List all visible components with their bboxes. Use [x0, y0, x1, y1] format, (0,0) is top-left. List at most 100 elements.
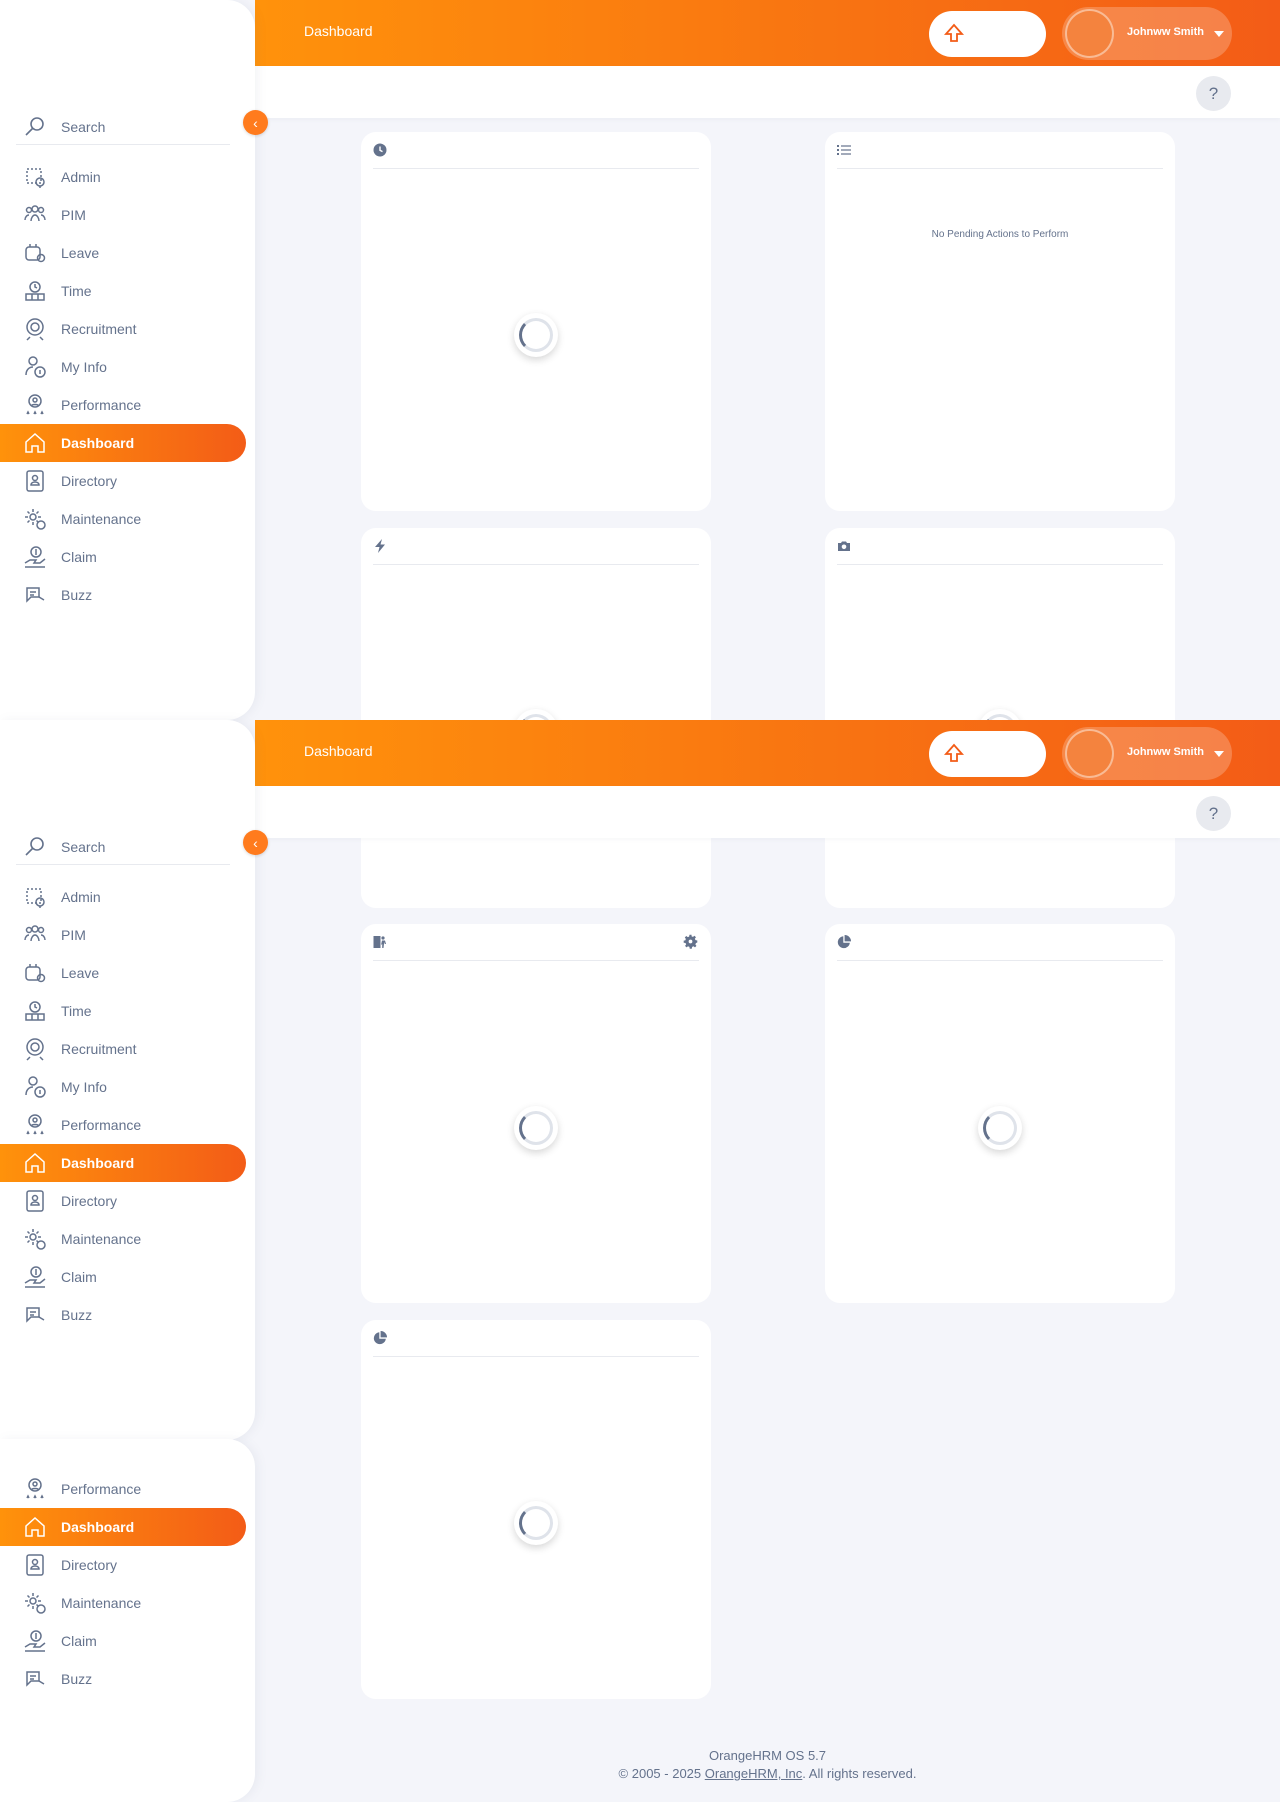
buzz-icon: [20, 1664, 50, 1694]
upgrade-button[interactable]: [929, 11, 1046, 57]
camera-icon: [838, 541, 850, 551]
upgrade-button[interactable]: [929, 731, 1046, 777]
sidebar-item-performance[interactable]: Performance: [0, 386, 246, 424]
sidebar-item-claim[interactable]: Claim: [0, 1622, 246, 1660]
sidebar-item-maintenance[interactable]: Maintenance: [0, 1584, 246, 1622]
sidebar-item-label: Leave: [61, 245, 100, 261]
sidebar-item-time[interactable]: Time: [0, 272, 246, 310]
pie-chart-icon: [837, 935, 851, 949]
sidebar-item-directory[interactable]: Directory: [0, 1546, 246, 1584]
sidebar-item-recruitment[interactable]: Recruitment: [0, 1030, 246, 1068]
subheader: ?: [255, 786, 1280, 838]
sidebar-item-label: Time: [61, 283, 92, 299]
sidebar-item-dashboard[interactable]: Dashboard: [0, 1144, 246, 1182]
sidebar-item-buzz[interactable]: Buzz: [0, 576, 246, 614]
sidebar-item-performance[interactable]: Performance: [0, 1106, 246, 1144]
claim-icon: [20, 1626, 50, 1656]
time-icon: [20, 996, 50, 1026]
avatar: [1065, 729, 1114, 778]
claim-icon: [20, 1262, 50, 1292]
sidebar-item-time[interactable]: Time: [0, 992, 246, 1030]
sidebar-item-label: Claim: [61, 1633, 97, 1649]
sidebar-item-admin[interactable]: Admin: [0, 878, 246, 916]
directory-icon: [20, 1550, 50, 1580]
sidebar-item-directory[interactable]: Directory: [0, 1182, 246, 1220]
sidebar-search-label: Search: [61, 118, 106, 135]
dashboard-icon: [20, 428, 50, 458]
sidebar-item-buzz[interactable]: Buzz: [0, 1660, 246, 1698]
user-name: Johnww Smith: [1127, 26, 1204, 38]
admin-icon: [20, 162, 50, 192]
sidebar-item-label: Admin: [61, 169, 101, 185]
sidebar-item-recruitment[interactable]: Recruitment: [0, 310, 246, 348]
sidebar: Search Admin PIM Leave Time Recruitment My In…: [0, 0, 255, 720]
sidebar-collapse-button[interactable]: ‹: [243, 110, 268, 135]
sidebar-item-pim[interactable]: PIM: [0, 916, 246, 954]
sidebar-search[interactable]: Search: [16, 829, 230, 865]
widget-employees-on-leave: [361, 924, 711, 1303]
sidebar-item-dashboard[interactable]: Dashboard: [0, 424, 246, 462]
widget-employee-distribution-location: [361, 1320, 711, 1699]
gear-icon[interactable]: [682, 933, 699, 950]
empty-state-text: No Pending Actions to Perform: [931, 229, 1069, 240]
search-icon: [20, 832, 50, 862]
sidebar-item-label: Directory: [61, 1557, 118, 1573]
performance-icon: [20, 1474, 50, 1504]
directory-icon: [20, 466, 50, 496]
search-icon: [20, 112, 50, 142]
sidebar-item-label: Dashboard: [61, 1519, 135, 1535]
footer-company-link[interactable]: OrangeHRM, Inc: [705, 1766, 803, 1781]
sidebar-item-label: Recruitment: [61, 1041, 137, 1057]
recruitment-icon: [20, 314, 50, 344]
sidebar-item-label: Claim: [61, 1269, 97, 1285]
avatar: [1065, 9, 1114, 58]
sidebar-item-buzz[interactable]: Buzz: [0, 1296, 246, 1334]
sidebar-item-label: Dashboard: [61, 1155, 135, 1171]
sidebar-item-maintenance[interactable]: Maintenance: [0, 1220, 246, 1258]
sidebar-item-label: Admin: [61, 889, 101, 905]
footer-copyright: © 2005 - 2025 OrangeHRM, Inc. All rights…: [255, 1765, 1280, 1783]
sidebar-item-label: PIM: [61, 207, 86, 223]
sidebar-collapse-button[interactable]: ‹: [243, 830, 268, 855]
help-button[interactable]: ?: [1196, 796, 1231, 831]
sidebar-item-directory[interactable]: Directory: [0, 462, 246, 500]
buzz-icon: [20, 1300, 50, 1330]
user-dropdown[interactable]: Johnww Smith: [1062, 7, 1232, 60]
sidebar-item-label: Time: [61, 1003, 92, 1019]
pie-chart-icon: [373, 1331, 387, 1345]
sidebar-item-label: Directory: [61, 473, 118, 489]
help-button[interactable]: ?: [1196, 76, 1231, 111]
sidebar-item-label: Buzz: [61, 587, 93, 603]
chevron-down-icon: [1214, 751, 1224, 757]
user-dropdown[interactable]: Johnww Smith: [1062, 727, 1232, 780]
sidebar: AdminPIMLeaveTimeRecruitmentMy InfoPerfo…: [0, 1439, 255, 1802]
sidebar-item-claim[interactable]: Claim: [0, 1258, 246, 1296]
sidebar-item-dashboard[interactable]: Dashboard: [0, 1508, 246, 1546]
widget-employee-distribution-subunit: [825, 924, 1175, 1303]
sidebar-search[interactable]: Search: [16, 109, 230, 145]
my-info-icon: [20, 352, 50, 382]
sidebar-item-pim[interactable]: PIM: [0, 196, 246, 234]
time-icon: [20, 276, 50, 306]
buzz-icon: [20, 580, 50, 610]
sidebar-item-label: PIM: [61, 927, 86, 943]
sidebar-item-label: Maintenance: [61, 1231, 142, 1247]
subheader: ?: [255, 66, 1280, 118]
sidebar-item-leave[interactable]: Leave: [0, 954, 246, 992]
maintenance-icon: [20, 1224, 50, 1254]
person-exit-icon: [373, 936, 386, 948]
sidebar-search-label: Search: [61, 838, 106, 855]
sidebar-item-admin[interactable]: Admin: [0, 158, 246, 196]
performance-icon: [20, 1110, 50, 1140]
sidebar-item-claim[interactable]: Claim: [0, 538, 246, 576]
footer-version: OrangeHRM OS 5.7: [708, 1748, 827, 1763]
sidebar-item-label: My Info: [61, 359, 107, 375]
sidebar-item-performance[interactable]: Performance: [0, 1470, 246, 1508]
topbar: Dashboard Johnww Smith: [255, 720, 1280, 786]
user-name: Johnww Smith: [1127, 746, 1204, 758]
sidebar-item-my-info[interactable]: My Info: [0, 348, 246, 386]
sidebar-item-my-info[interactable]: My Info: [0, 1068, 246, 1106]
sidebar-item-maintenance[interactable]: Maintenance: [0, 500, 246, 538]
sidebar-item-leave[interactable]: Leave: [0, 234, 246, 272]
directory-icon: [20, 1186, 50, 1216]
